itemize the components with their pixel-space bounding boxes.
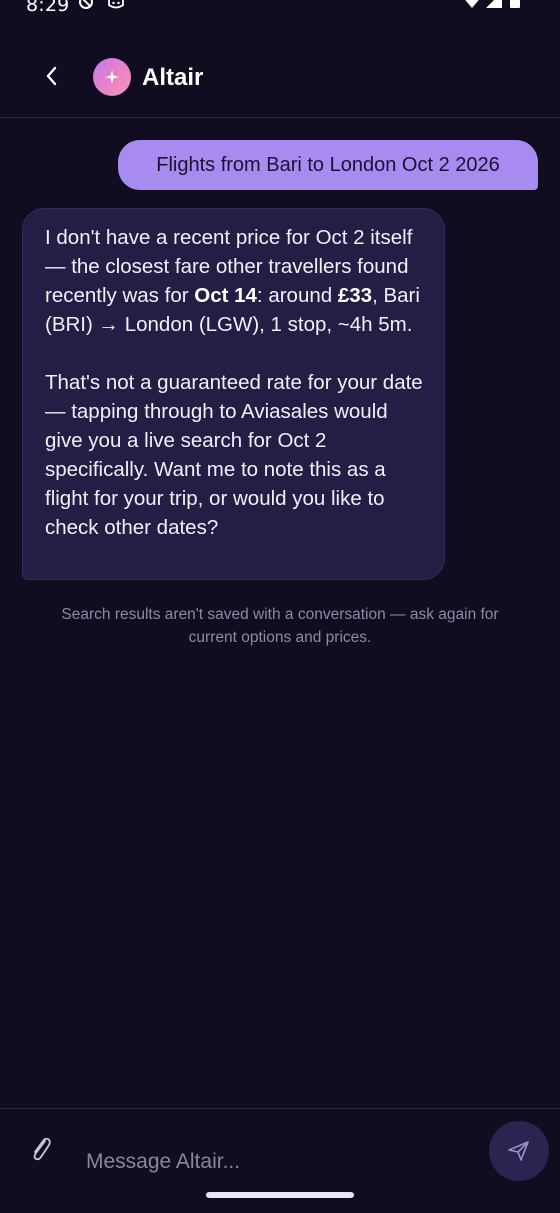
battery-icon (510, 0, 520, 8)
send-icon (508, 1141, 529, 1161)
chat-header: Altair (0, 42, 560, 118)
status-bar: 8:29 (0, 0, 560, 20)
assistant-message-bubble: I don't have a recent price for Oct 2 it… (22, 208, 445, 580)
status-time: 8:29 (26, 0, 70, 16)
send-button[interactable] (489, 1121, 549, 1181)
chat-screen: 8:29 Altair Flights from Bari to London … (0, 0, 560, 1213)
highlight-price: £33 (337, 284, 373, 307)
assistant-paragraph-1: I don't have a recent price for Oct 2 it… (45, 226, 420, 336)
home-indicator[interactable] (206, 1192, 354, 1198)
message-input[interactable] (86, 1145, 466, 1179)
back-button[interactable] (36, 60, 68, 92)
paperclip-icon (33, 1137, 51, 1161)
sparkle-icon (105, 70, 119, 84)
no-tracking-icon (79, 0, 93, 9)
highlight-date: Oct 14 (194, 284, 257, 307)
attach-button[interactable] (26, 1133, 56, 1163)
assistant-paragraph-2: That's not a guaranteed rate for your da… (45, 371, 423, 539)
wifi-icon (465, 0, 479, 8)
assistant-avatar (93, 58, 131, 96)
search-results-notice: Search results aren't saved with a conve… (61, 606, 499, 646)
cat-face-icon (108, 0, 124, 9)
user-message-bubble: Flights from Bari to London Oct 2 2026 (118, 140, 538, 190)
status-right-icons (465, 0, 520, 8)
chat-title: Altair (142, 64, 204, 91)
user-message-text: Flights from Bari to London Oct 2 2026 (156, 153, 500, 176)
chevron-left-icon (46, 66, 57, 86)
signal-icon (486, 0, 502, 8)
